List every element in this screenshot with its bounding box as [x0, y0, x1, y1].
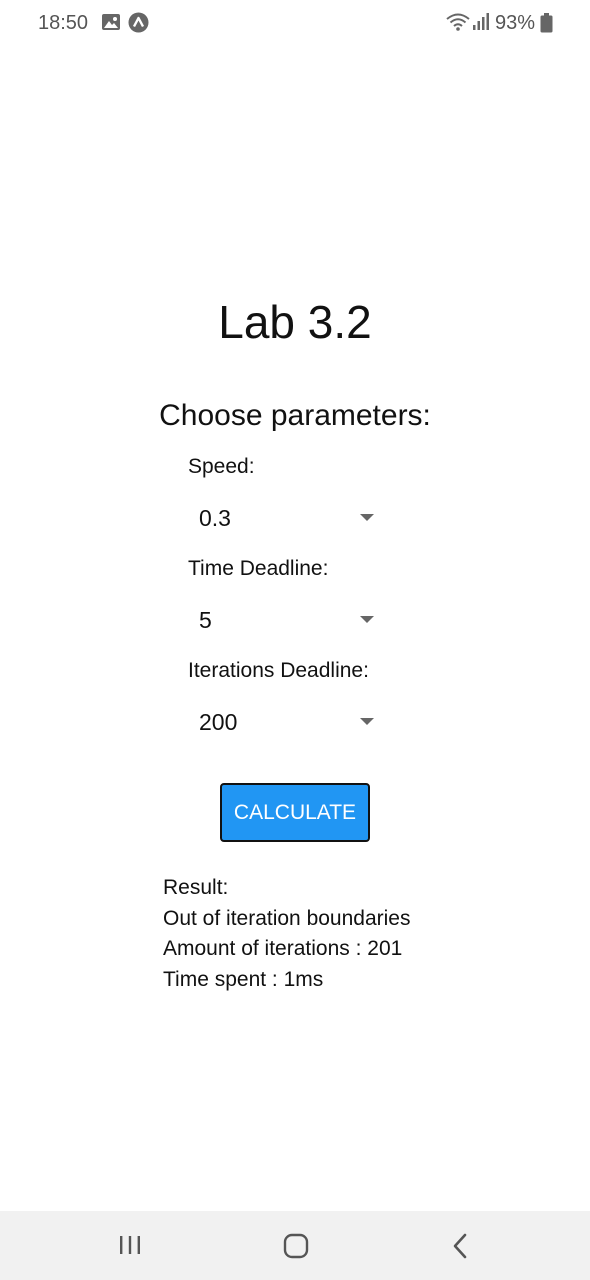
- home-icon: [283, 1233, 309, 1259]
- dropdown-arrow-icon: [360, 514, 374, 521]
- signal-icon: [473, 13, 489, 30]
- back-icon: [453, 1233, 467, 1259]
- home-button[interactable]: [255, 1211, 335, 1280]
- time-deadline-select-value: 5: [199, 607, 212, 633]
- battery-icon: [540, 13, 553, 33]
- wifi-icon: [446, 13, 470, 31]
- result-iterations: Amount of iterations : 201: [163, 937, 403, 960]
- dropdown-arrow-icon: [360, 616, 374, 623]
- recents-button[interactable]: [90, 1211, 170, 1280]
- speed-select-value: 0.3: [199, 505, 231, 531]
- battery-percent: 93%: [495, 12, 536, 34]
- result-block: Result: Out of iteration boundaries Amou…: [163, 873, 483, 995]
- status-time: 18:50: [38, 12, 89, 34]
- speed-label: Speed:: [188, 455, 255, 478]
- iterations-deadline-label: Iterations Deadline:: [188, 659, 369, 682]
- status-bar: 18:50 93%: [0, 0, 590, 46]
- app-badge-icon: [128, 12, 149, 33]
- iterations-deadline-select[interactable]: 200: [188, 697, 388, 747]
- gallery-icon: [102, 14, 120, 30]
- time-deadline-label: Time Deadline:: [188, 557, 329, 580]
- section-title: Choose parameters:: [159, 399, 431, 432]
- navigation-bar: [0, 1211, 590, 1280]
- result-status: Out of iteration boundaries: [163, 906, 411, 930]
- page-title: Lab 3.2: [218, 296, 372, 348]
- recents-icon: [120, 1236, 140, 1254]
- calculate-button[interactable]: CALCULATE: [220, 783, 370, 842]
- dropdown-arrow-icon: [360, 718, 374, 725]
- time-deadline-select[interactable]: 5: [188, 595, 388, 645]
- back-button[interactable]: [421, 1211, 501, 1280]
- iterations-deadline-select-value: 200: [199, 709, 238, 735]
- result-heading: Result:: [163, 876, 229, 899]
- result-time-spent: Time spent : 1ms: [163, 967, 324, 991]
- speed-select[interactable]: 0.3: [188, 493, 388, 543]
